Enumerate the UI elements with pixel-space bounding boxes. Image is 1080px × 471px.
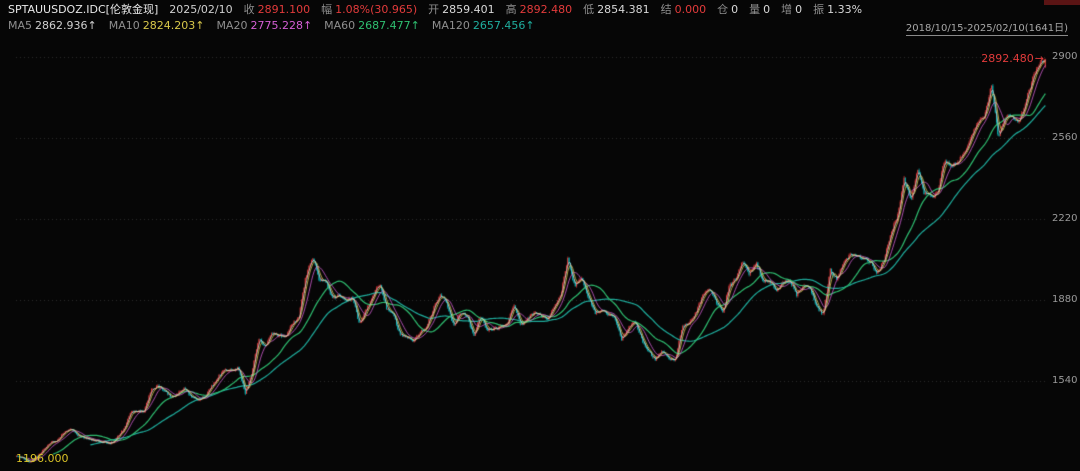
quote-open-interest: 仓 0 bbox=[717, 3, 738, 16]
legend-ma20: MA20 2775.228↑ bbox=[216, 19, 312, 32]
low-price-marker: 1196.000 bbox=[16, 452, 69, 465]
y-axis-label-1540: 1540 bbox=[1052, 375, 1080, 386]
quote-oi-change: 增 0 bbox=[781, 3, 802, 16]
quote-date: 2025/02/10 bbox=[169, 3, 232, 16]
clipped-toolbar-fragment bbox=[1044, 0, 1080, 5]
quote-high: 高 2892.480 bbox=[506, 3, 573, 16]
high-price-value: 2892.480 bbox=[981, 52, 1034, 65]
y-axis-label-2220: 2220 bbox=[1052, 213, 1080, 224]
quote-change-pct: 幅 1.08%(30.965) bbox=[321, 3, 417, 16]
legend-ma10: MA10 2824.203↑ bbox=[109, 19, 205, 32]
quote-low: 低 2854.381 bbox=[583, 3, 650, 16]
high-price-marker: 2892.480→ bbox=[981, 52, 1044, 65]
y-axis-label-2560: 2560 bbox=[1052, 132, 1080, 143]
quote-amplitude: 振 1.33% bbox=[813, 3, 862, 16]
y-axis-label-1880: 1880 bbox=[1052, 294, 1080, 305]
quote-header: SPTAUUSDOZ.IDC[伦敦金现] 2025/02/10 收 2891.1… bbox=[8, 3, 862, 16]
quote-volume: 量 0 bbox=[749, 3, 770, 16]
trading-app-window: SPTAUUSDOZ.IDC[伦敦金现] 2025/02/10 收 2891.1… bbox=[0, 0, 1080, 471]
legend-ma120: MA120 2657.456↑ bbox=[432, 19, 535, 32]
legend-ma60: MA60 2687.477↑ bbox=[324, 19, 420, 32]
high-arrow-icon: → bbox=[1035, 52, 1044, 65]
quote-close: 收 2891.100 bbox=[244, 3, 311, 16]
y-axis-label-2900: 2900 bbox=[1052, 51, 1080, 62]
price-chart-canvas[interactable] bbox=[0, 0, 1080, 471]
legend-ma5: MA5 2862.936↑ bbox=[8, 19, 97, 32]
quote-open: 开 2859.401 bbox=[428, 3, 495, 16]
instrument-symbol: SPTAUUSDOZ.IDC[伦敦金现] bbox=[8, 3, 158, 16]
ma-legend: MA5 2862.936↑ MA10 2824.203↑ MA20 2775.2… bbox=[8, 19, 535, 32]
date-range-label[interactable]: 2018/10/15-2025/02/10(1641日) bbox=[906, 19, 1068, 36]
quote-settle: 结 0.000 bbox=[661, 3, 707, 16]
